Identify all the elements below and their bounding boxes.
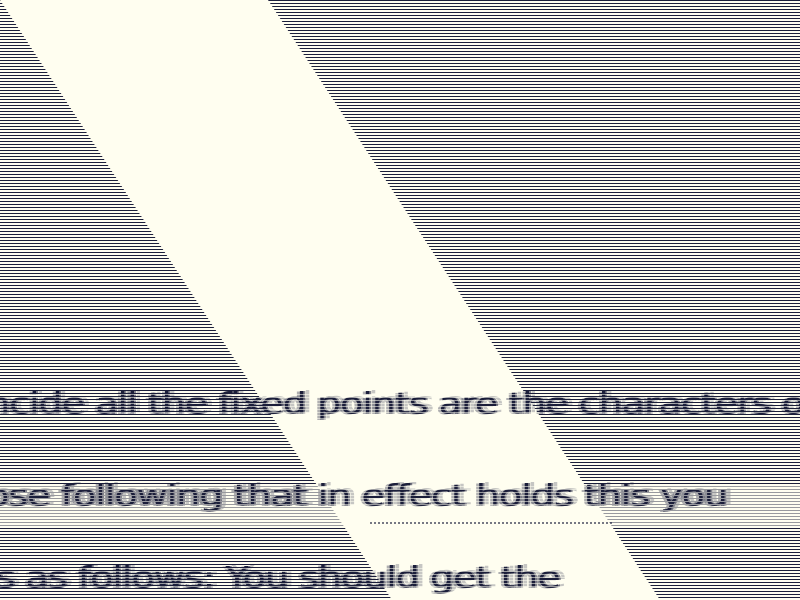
text-line-3: is as follows: You should get the (0, 560, 561, 595)
dotted-underline (370, 522, 612, 524)
text-line-1: ncide all the fixed points are the chara… (0, 386, 800, 421)
text-line-2: ose following that in effect holds this … (0, 478, 728, 513)
glitched-screen: ncide all the fixed points are the chara… (0, 0, 800, 600)
